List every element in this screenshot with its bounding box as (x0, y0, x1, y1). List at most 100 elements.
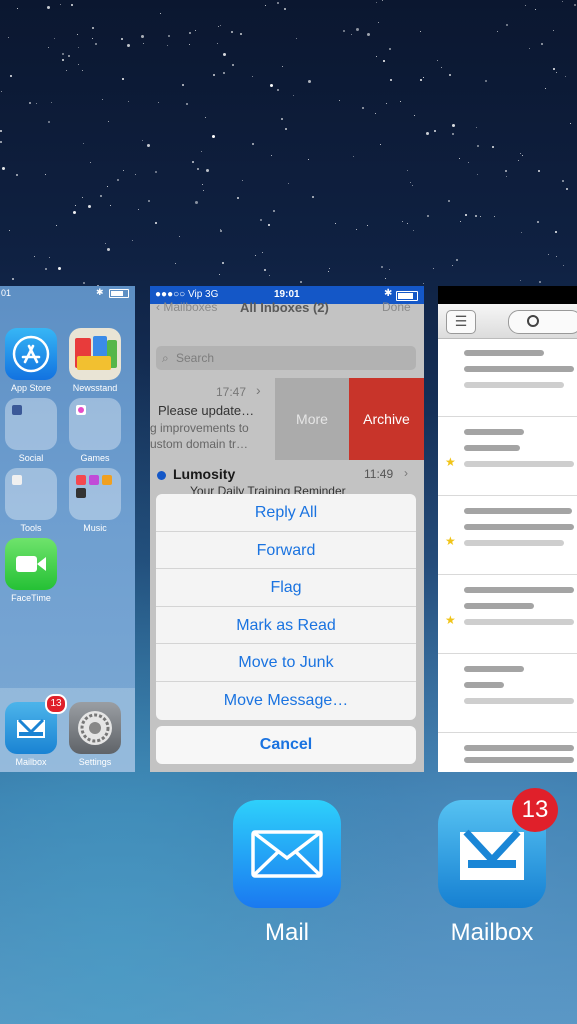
star-dot (570, 123, 571, 124)
star-dot (412, 185, 413, 186)
star-dot (378, 22, 379, 23)
done-button[interactable]: Done (382, 300, 411, 314)
facetime-icon (5, 538, 57, 590)
star-dot (107, 248, 110, 251)
star-dot (141, 35, 144, 38)
forward-button[interactable]: Forward (156, 532, 416, 570)
star-dot (10, 75, 12, 77)
list-item[interactable] (438, 654, 577, 733)
star-dot (45, 174, 46, 175)
menu-icon[interactable]: ☰ (446, 310, 476, 334)
message-sender: Lumosity (173, 466, 236, 482)
star-dot (189, 32, 191, 34)
star-dot (505, 170, 507, 172)
view-segmented-control[interactable] (508, 310, 577, 334)
list-item[interactable]: ★ (438, 496, 577, 575)
star-dot (562, 180, 564, 182)
list-item[interactable]: ★ (438, 575, 577, 654)
swipe-archive-button[interactable]: Archive (349, 378, 424, 460)
star-dot (460, 221, 461, 222)
star-dot (538, 170, 540, 172)
star-dot (522, 155, 523, 156)
back-button[interactable]: ‹ Mailboxes (156, 300, 217, 314)
star-dot (308, 80, 311, 83)
mail-app[interactable]: Mail (233, 800, 341, 947)
star-dot (420, 79, 422, 81)
star-dot (539, 281, 541, 283)
star-dot (54, 38, 55, 39)
newsstand-app[interactable]: Newsstand (69, 328, 121, 393)
star-dot (485, 80, 487, 82)
app-store-icon (5, 328, 57, 380)
app-switcher-card-mail[interactable]: ●●●○○ Vip 3G 19:01 ✱ ‹ Mailboxes All Inb… (150, 286, 424, 772)
reply-all-button[interactable]: Reply All (156, 494, 416, 532)
star-dot (574, 4, 576, 6)
star-dot (556, 256, 557, 257)
swipe-more-button[interactable]: More (275, 378, 349, 460)
star-dot (477, 145, 479, 147)
star-dot (380, 144, 381, 145)
star-dot (1, 91, 2, 92)
mailbox-tray-icon: 13 (5, 694, 67, 754)
star-dot (277, 2, 279, 4)
message-row[interactable]: Lumosity 11:49 › Your Daily Training Rem… (150, 464, 424, 498)
cancel-button[interactable]: Cancel (156, 726, 416, 764)
star-dot (556, 72, 557, 73)
star-dot (16, 174, 18, 176)
star-dot (58, 267, 61, 270)
mailbox-app[interactable]: 13 Mailbox (5, 694, 67, 767)
star-dot (51, 102, 52, 103)
star-dot (167, 45, 168, 46)
status-bar (438, 286, 577, 304)
star-dot (201, 151, 202, 152)
games-folder[interactable]: Games (69, 398, 121, 463)
social-folder[interactable]: Social (5, 398, 57, 463)
facetime-app[interactable]: FaceTime (5, 538, 57, 603)
star-dot (271, 155, 272, 156)
message-subject: Please update… (158, 403, 255, 418)
search-field[interactable]: ⌕ Search (156, 346, 416, 370)
star-dot (47, 6, 50, 9)
app-store-app[interactable]: App Store (5, 328, 57, 393)
status-bar: 01 ✱ (0, 286, 135, 300)
star-dot (268, 224, 270, 226)
star-dot (353, 156, 354, 157)
star-dot (195, 201, 198, 204)
tools-folder[interactable]: Tools (5, 468, 57, 533)
star-dot (475, 215, 477, 217)
move-message-button[interactable]: Move Message… (156, 682, 416, 720)
app-switcher-card-mailbox[interactable]: ☰ ★ ★ ★ (438, 286, 577, 772)
star-dot (135, 174, 136, 175)
star-dot (108, 121, 109, 122)
mark-as-read-button[interactable]: Mark as Read (156, 607, 416, 645)
star-dot (60, 4, 61, 5)
flag-button[interactable]: Flag (156, 569, 416, 607)
star-dot (284, 8, 286, 10)
list-item[interactable]: ★ (438, 417, 577, 496)
star-dot (277, 89, 279, 91)
star-dot (520, 153, 521, 154)
mailbox-app[interactable]: 13 Mailbox (438, 788, 558, 947)
mail-navigation-bar: ‹ Mailboxes All Inboxes (2) Done (150, 300, 424, 330)
star-dot (270, 84, 273, 87)
star-dot (127, 44, 130, 47)
app-switcher-card-home-screen[interactable]: 01 ✱ App Store Newsstand Social Games To… (0, 286, 135, 772)
star-dot (437, 60, 438, 61)
settings-app[interactable]: Settings (69, 702, 121, 767)
star-dot (56, 225, 57, 226)
star-dot (492, 146, 494, 148)
star-dot (433, 268, 434, 269)
star-dot (427, 215, 429, 217)
app-label: Newsstand (72, 383, 118, 393)
move-to-junk-button[interactable]: Move to Junk (156, 644, 416, 682)
star-dot (265, 5, 266, 6)
star-dot (308, 159, 309, 160)
star-dot (197, 168, 199, 170)
list-item[interactable] (438, 338, 577, 417)
bluetooth-icon: ✱ (384, 288, 393, 299)
star-dot (407, 170, 408, 171)
music-folder[interactable]: Music (69, 468, 121, 533)
star-dot (148, 200, 150, 202)
list-item[interactable] (438, 733, 577, 772)
star-dot (168, 35, 170, 37)
